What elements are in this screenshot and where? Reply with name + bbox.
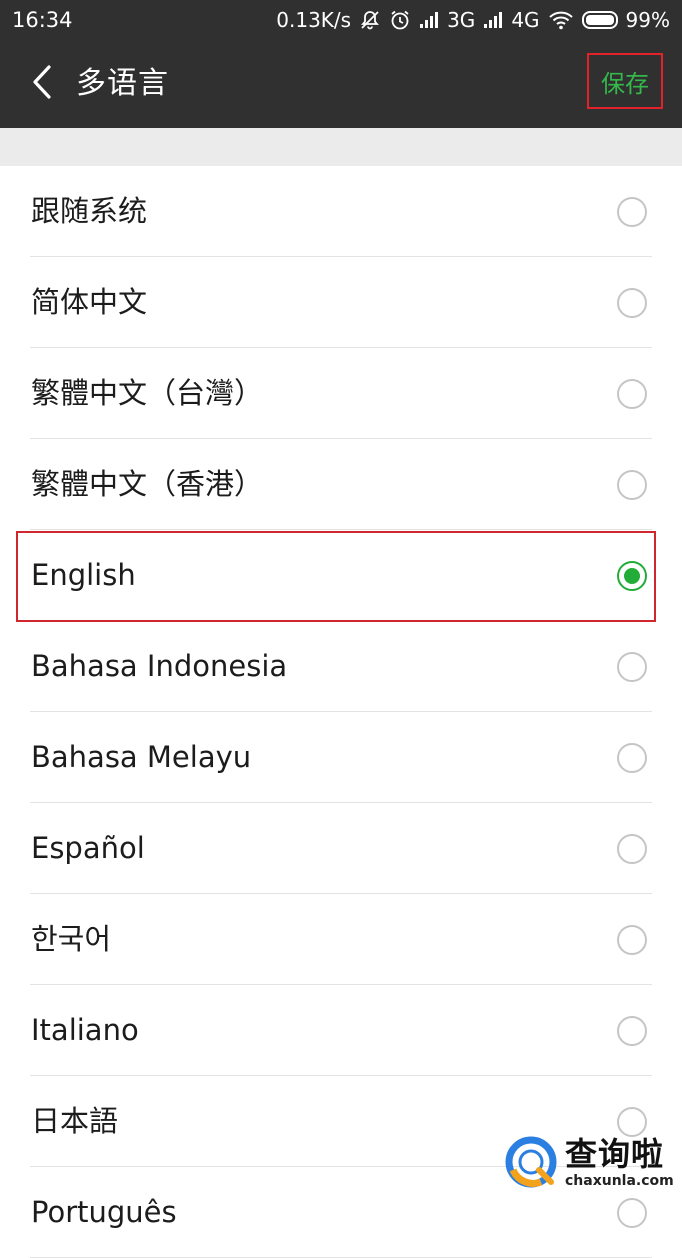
radio-unchecked-icon[interactable] <box>617 470 647 500</box>
language-label: Italiano <box>31 1013 139 1047</box>
back-button[interactable] <box>22 62 62 106</box>
radio-checked-icon[interactable] <box>617 561 647 591</box>
status-icons: 0.13K/s 3G 4G 99% <box>276 8 670 32</box>
battery-icon <box>581 11 618 29</box>
language-label: 繁體中文（香港） <box>31 467 264 501</box>
save-button[interactable]: 保存 <box>587 53 663 109</box>
signal-icon <box>483 11 503 29</box>
page-title: 多语言 <box>76 66 169 101</box>
language-label: 繁體中文（台灣） <box>31 376 264 410</box>
radio-unchecked-icon[interactable] <box>617 379 647 409</box>
mute-bell-icon <box>359 9 381 31</box>
language-label: 简体中文 <box>31 285 148 319</box>
language-option[interactable]: 跟随系统 <box>0 166 682 257</box>
radio-unchecked-icon[interactable] <box>617 1107 647 1137</box>
language-label: 한국어 <box>31 922 112 956</box>
chevron-left-icon <box>30 64 54 104</box>
radio-unchecked-icon[interactable] <box>617 925 647 955</box>
radio-unchecked-icon[interactable] <box>617 652 647 682</box>
radio-unchecked-icon[interactable] <box>617 197 647 227</box>
radio-unchecked-icon[interactable] <box>617 1016 647 1046</box>
radio-unchecked-icon[interactable] <box>617 288 647 318</box>
language-option[interactable]: Italiano <box>0 985 682 1076</box>
language-label: Español <box>31 831 145 865</box>
top-app-bar: 多语言 保存 <box>0 40 682 128</box>
signal-icon <box>419 11 439 29</box>
language-label: English <box>31 558 136 592</box>
language-label: 跟随系统 <box>31 194 148 228</box>
language-label: Bahasa Melayu <box>31 740 252 774</box>
language-option[interactable]: Bahasa Indonesia <box>0 621 682 712</box>
language-option[interactable]: English <box>0 530 682 621</box>
language-option[interactable]: Español <box>0 803 682 894</box>
status-time: 16:34 <box>12 8 73 32</box>
net-3g-label: 3G <box>447 8 476 32</box>
language-option[interactable]: 繁體中文（香港） <box>0 439 682 530</box>
net-speed: 0.13K/s <box>276 8 352 32</box>
language-option[interactable]: 한국어 <box>0 894 682 985</box>
language-option[interactable]: 繁體中文（台灣） <box>0 348 682 439</box>
section-spacer <box>0 128 682 166</box>
language-label: Bahasa Indonesia <box>31 649 288 683</box>
language-list: 跟随系统简体中文繁體中文（台灣） 繁體中文（香港） English Bahasa In… <box>0 166 682 1258</box>
wifi-icon <box>548 10 574 30</box>
net-4g-label: 4G <box>511 8 540 32</box>
radio-unchecked-icon[interactable] <box>617 834 647 864</box>
language-label: Português <box>31 1195 177 1229</box>
language-option[interactable]: Português <box>0 1167 682 1258</box>
radio-unchecked-icon[interactable] <box>617 1198 647 1228</box>
language-label: 日本語 <box>31 1104 119 1138</box>
status-bar: 16:34 0.13K/s 3G 4G 99% <box>0 0 682 40</box>
language-option[interactable]: 简体中文 <box>0 257 682 348</box>
alarm-icon <box>389 9 411 31</box>
battery-level: 99% <box>625 8 670 32</box>
radio-unchecked-icon[interactable] <box>617 743 647 773</box>
language-option[interactable]: 日本語 <box>0 1076 682 1167</box>
language-option[interactable]: Bahasa Melayu <box>0 712 682 803</box>
